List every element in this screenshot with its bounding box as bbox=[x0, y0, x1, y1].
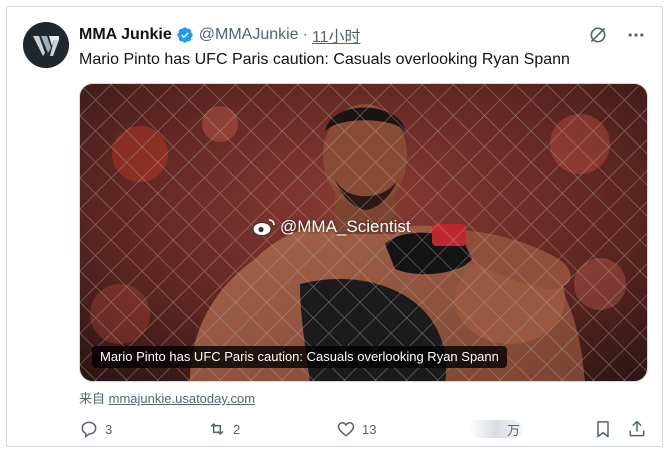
watermark-text: @MMA_Scientist bbox=[280, 217, 411, 236]
media-caption: Mario Pinto has UFC Paris caution: Casua… bbox=[92, 346, 507, 368]
bookmark-button[interactable] bbox=[593, 418, 613, 440]
weibo-watermark: @MMA_Scientist bbox=[252, 217, 411, 237]
author-name[interactable]: MMA Junkie bbox=[79, 26, 172, 44]
grok-icon[interactable] bbox=[587, 24, 609, 46]
timestamp-link[interactable]: 11小时 bbox=[312, 23, 361, 47]
tweet-top-actions bbox=[587, 24, 647, 46]
views-suffix: 万 bbox=[507, 422, 521, 438]
verified-badge-icon bbox=[176, 26, 194, 44]
reply-count: 3 bbox=[105, 421, 113, 437]
mma-junkie-logo-icon bbox=[23, 22, 69, 68]
avatar[interactable] bbox=[23, 22, 69, 68]
like-count: 13 bbox=[362, 421, 377, 437]
like-button[interactable]: 13 bbox=[336, 418, 376, 440]
share-button[interactable] bbox=[627, 418, 647, 440]
tweet-header: MMA Junkie @MMAJunkie · 11小时 bbox=[79, 24, 361, 46]
author-handle[interactable]: @MMAJunkie bbox=[199, 26, 299, 44]
tweet-actions: 3 2 13 万 bbox=[79, 418, 648, 440]
link-source[interactable]: 来自 mmajunkie.usatoday.com bbox=[79, 388, 255, 407]
source-domain-link[interactable]: mmajunkie.usatoday.com bbox=[109, 391, 255, 406]
source-prefix: 来自 bbox=[79, 391, 106, 406]
tweet-text: Mario Pinto has UFC Paris caution: Casua… bbox=[79, 51, 570, 68]
reply-button[interactable]: 3 bbox=[79, 418, 112, 440]
repost-icon bbox=[210, 423, 224, 435]
repost-button[interactable]: 2 bbox=[207, 418, 240, 440]
tweet-media-card[interactable]: @MMA_Scientist Mario Pinto has UFC Paris… bbox=[79, 83, 648, 382]
views-button[interactable]: 万 bbox=[507, 418, 520, 440]
share-icon bbox=[629, 420, 645, 437]
separator-dot: · bbox=[302, 26, 308, 43]
repost-count: 2 bbox=[233, 421, 241, 437]
more-icon[interactable] bbox=[625, 24, 647, 46]
bookmark-icon bbox=[597, 421, 609, 438]
weibo-icon bbox=[252, 219, 275, 236]
like-icon bbox=[337, 421, 355, 437]
reply-icon bbox=[81, 421, 97, 438]
